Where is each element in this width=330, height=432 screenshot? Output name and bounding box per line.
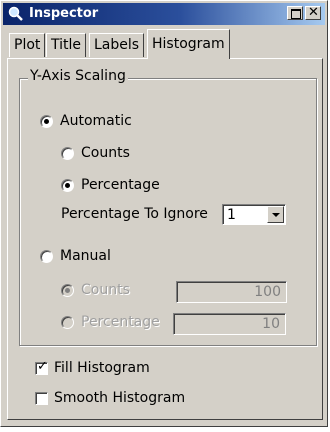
manual-percentage-label: Percentage xyxy=(81,314,160,330)
dropdown-button[interactable] xyxy=(267,206,284,223)
manual-label: Manual xyxy=(60,248,111,264)
auto-counts-radio[interactable] xyxy=(61,147,74,160)
fill-histogram-checkbox[interactable]: ✓ xyxy=(35,359,48,375)
manual-counts-label: Counts xyxy=(81,282,130,298)
title-bar[interactable]: Inspector ✕ xyxy=(3,3,325,25)
group-legend: Y-Axis Scaling xyxy=(28,68,128,84)
manual-radio[interactable] xyxy=(40,250,53,263)
close-button[interactable]: ✕ xyxy=(305,5,321,20)
tab-labels[interactable]: Labels xyxy=(89,33,145,57)
smooth-histogram-checkbox[interactable] xyxy=(35,392,48,405)
tab-title[interactable]: Title xyxy=(46,33,87,57)
manual-counts-field[interactable]: 100 xyxy=(176,281,287,303)
percentage-to-ignore-value: 1 xyxy=(227,207,236,223)
close-icon: ✕ xyxy=(308,5,319,20)
percentage-to-ignore-label: Percentage To Ignore xyxy=(61,206,208,222)
inspector-window: Inspector ✕ Plot Title Labels Histogram … xyxy=(0,0,328,427)
checkmark-icon: ✓ xyxy=(37,359,48,374)
percentage-to-ignore-select[interactable]: 1 xyxy=(222,204,286,225)
tab-histogram[interactable]: Histogram xyxy=(147,29,230,59)
manual-counts-radio[interactable] xyxy=(61,284,74,297)
maximize-button[interactable] xyxy=(287,6,303,20)
automatic-label: Automatic xyxy=(60,113,132,129)
magnifier-icon xyxy=(8,6,24,26)
manual-percentage-field[interactable]: 10 xyxy=(173,313,286,335)
chevron-down-icon xyxy=(272,213,280,217)
auto-percentage-label: Percentage xyxy=(81,177,160,193)
tab-plot[interactable]: Plot xyxy=(9,33,46,57)
auto-percentage-radio[interactable] xyxy=(61,179,74,192)
fill-histogram-label: Fill Histogram xyxy=(54,360,150,376)
auto-counts-label: Counts xyxy=(81,145,130,161)
smooth-histogram-label: Smooth Histogram xyxy=(54,390,186,406)
window-title: Inspector xyxy=(29,6,99,21)
manual-percentage-radio[interactable] xyxy=(61,316,74,329)
maximize-icon xyxy=(291,9,301,19)
automatic-radio[interactable] xyxy=(40,115,53,128)
